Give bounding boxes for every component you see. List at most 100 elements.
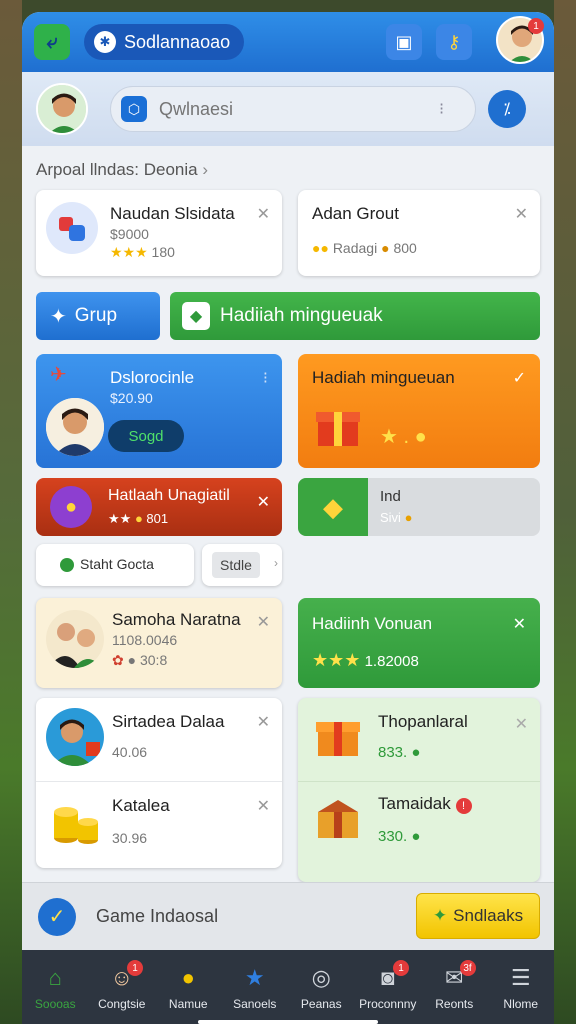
settings-icon: ✱	[94, 31, 116, 53]
close-icon[interactable]: ✕	[257, 492, 270, 512]
list-item[interactable]: Sirtadea Dalaa 40.06 ✕	[36, 698, 282, 782]
avatar	[46, 610, 104, 668]
key-button[interactable]: ⚷	[436, 24, 472, 60]
background-left	[0, 0, 22, 1024]
list-item[interactable]: Tamaidak ! 330. ●	[298, 782, 540, 868]
nav-item-referee[interactable]: ◎ Peanas	[288, 950, 355, 1024]
check-circle-icon[interactable]: ✓	[38, 897, 76, 936]
key-icon: ⚷	[447, 31, 461, 52]
menu-icon: ☰	[510, 965, 531, 990]
reward-list: Thopanlaral 833. ● ✕ Tamaidak ! 330. ●	[298, 698, 540, 882]
filter-icon: ⁒	[503, 101, 511, 118]
promo-card-red[interactable]: ● Hatlaah Unagiatil ★★ ● 801 ✕	[36, 478, 282, 536]
gift-tag-icon: ◆	[182, 302, 210, 330]
leaf-icon: ◆	[298, 478, 368, 536]
close-icon[interactable]: ✕	[257, 612, 270, 632]
list-group: Sirtadea Dalaa 40.06 ✕ Katalea 30.96 ✕	[36, 698, 282, 868]
nav-item-camera[interactable]: ◙ Proconnny 1	[355, 950, 422, 1024]
star-icon: ★	[244, 965, 265, 990]
coin-icon: ●	[404, 510, 413, 525]
game-label: Game Indaosal	[96, 906, 219, 926]
back-arrow-icon: ⤶	[46, 30, 58, 53]
bottom-action-bar: ✓ Game Indaosal ✦ Sndlaaks	[22, 882, 554, 950]
search-icon: ⬡	[121, 96, 147, 122]
check-icon[interactable]: ✓	[513, 368, 526, 388]
list-item[interactable]: Samoha Naratna 1108.0046 ✿ ● 30:8 ✕	[36, 598, 282, 688]
nav-item-favorites[interactable]: ★ Sanoels	[222, 950, 289, 1024]
coin-icon: ●	[381, 240, 390, 256]
chevron-icon: ›	[274, 556, 278, 570]
coin-icon: ●	[134, 511, 143, 526]
nav-item-coins[interactable]: ● Namue	[155, 950, 222, 1024]
search-box[interactable]: ⬡ ⁝	[110, 86, 476, 132]
coin-stack-icon: ●	[50, 486, 92, 528]
coin-icon: ●	[127, 652, 137, 668]
status-dot-icon	[60, 558, 74, 572]
user-avatar[interactable]	[36, 83, 88, 135]
avatar-stack-icon: ●●	[312, 240, 329, 256]
coins-icon	[46, 792, 104, 855]
home-icon: ⌂	[48, 965, 62, 990]
app-title: Sodlannaoao	[124, 31, 231, 52]
background-right	[554, 0, 576, 1024]
close-icon[interactable]: ✕	[513, 614, 526, 634]
search-row: ⬡ ⁝ ⁒	[22, 72, 554, 146]
avatar	[46, 708, 104, 766]
chevron-right-icon: ›	[202, 160, 209, 179]
promo-card-orange[interactable]: Hadiah mingueuan ✓ ★ . ●	[298, 354, 540, 468]
gift-box-icon	[314, 712, 362, 765]
plane-icon: ✈	[50, 364, 67, 386]
app-window: ⤶ ✱ Sodlannaoao ▣ ⚷ 1 ⬡ Qwlnaesi ⁝ ⁒ Arp…	[22, 12, 554, 1024]
window-button[interactable]: ▣	[386, 24, 422, 60]
search-input[interactable]	[159, 98, 439, 120]
puzzle-icon	[46, 202, 98, 254]
nav-item-home[interactable]: ⌂ Soooas	[22, 950, 89, 1024]
whistle-icon: ◎	[311, 965, 331, 990]
window-icon: ▣	[395, 31, 413, 52]
close-icon[interactable]: ✕	[257, 712, 270, 732]
weekly-gift-button[interactable]: ◆ Hadiiah mingueuak	[170, 292, 540, 340]
notification-badge: 1	[528, 18, 544, 34]
more-icon[interactable]: ⁝	[263, 368, 268, 388]
more-icon[interactable]: ✕	[515, 714, 528, 734]
app-title-pill[interactable]: ✱ Sodlannaoao	[84, 24, 245, 60]
top-bar: ⤶ ✱ Sodlannaoao ▣ ⚷ 1	[22, 12, 554, 72]
bottom-navigation: ⌂ Soooas ☺ Congtsie 1 ● Namue ★ Sanoels …	[22, 950, 554, 1024]
puzzle-piece-icon: ✦	[50, 305, 67, 328]
stars-icon: ★ . ●	[380, 426, 427, 448]
primary-action-button[interactable]: ✦ Sndlaaks	[416, 893, 540, 939]
filter-button[interactable]: ⁒	[488, 90, 526, 128]
list-item[interactable]: Katalea 30.96 ✕	[36, 782, 282, 868]
sparkle-icon: ✦	[432, 906, 448, 925]
coin-icon: ●	[411, 828, 421, 845]
back-button[interactable]: ⤶	[34, 24, 70, 60]
stars-icon: ★★★	[312, 650, 361, 670]
sogd-button[interactable]: Sogd	[108, 420, 184, 452]
coin-icon: ●	[411, 744, 421, 761]
nav-item-reports[interactable]: ✉ Reonts 3f	[421, 950, 488, 1024]
promo-card-blue[interactable]: ✈ Dslorocinle $20.90 ⁝ Sogd	[36, 354, 282, 468]
alert-icon: !	[455, 798, 472, 814]
star-icon: ★★★	[110, 244, 148, 260]
promo-card-gray[interactable]: ◆ Ind Sivi ●	[298, 478, 540, 536]
home-indicator	[198, 1020, 378, 1024]
nav-item-menu[interactable]: ☰ Nlome	[488, 950, 555, 1024]
close-icon[interactable]: ✕	[257, 796, 270, 816]
close-icon[interactable]: ✕	[515, 204, 528, 224]
group-button[interactable]: ✦ Grup	[36, 292, 160, 340]
friend-card[interactable]: Naudan Slsidata $9000 ★★★ 180 ✕	[36, 190, 282, 276]
breadcrumb[interactable]: Arpoal llndas: Deonia ›	[22, 146, 554, 190]
style-chip[interactable]: Stdle ›	[202, 544, 282, 586]
gift-box-icon	[314, 402, 362, 455]
close-icon[interactable]: ✕	[257, 204, 270, 224]
weekly-bonus-banner[interactable]: Hadiinh Vonuan ✕ ★★★ 1.82008	[298, 598, 540, 688]
friend-card[interactable]: Adan Grout ●● Radagi ● 800 ✕	[298, 190, 540, 276]
treasure-box-icon	[314, 794, 362, 847]
more-icon[interactable]: ⁝	[439, 99, 444, 119]
flower-icon: ✿	[112, 652, 124, 668]
list-item[interactable]: Thopanlaral 833. ● ✕	[298, 698, 540, 782]
coin-icon: ●	[181, 965, 195, 990]
nav-item-contacts[interactable]: ☺ Congtsie 1	[89, 950, 156, 1024]
status-chip[interactable]: Staht Gocta	[36, 544, 194, 586]
avatar	[46, 398, 104, 456]
